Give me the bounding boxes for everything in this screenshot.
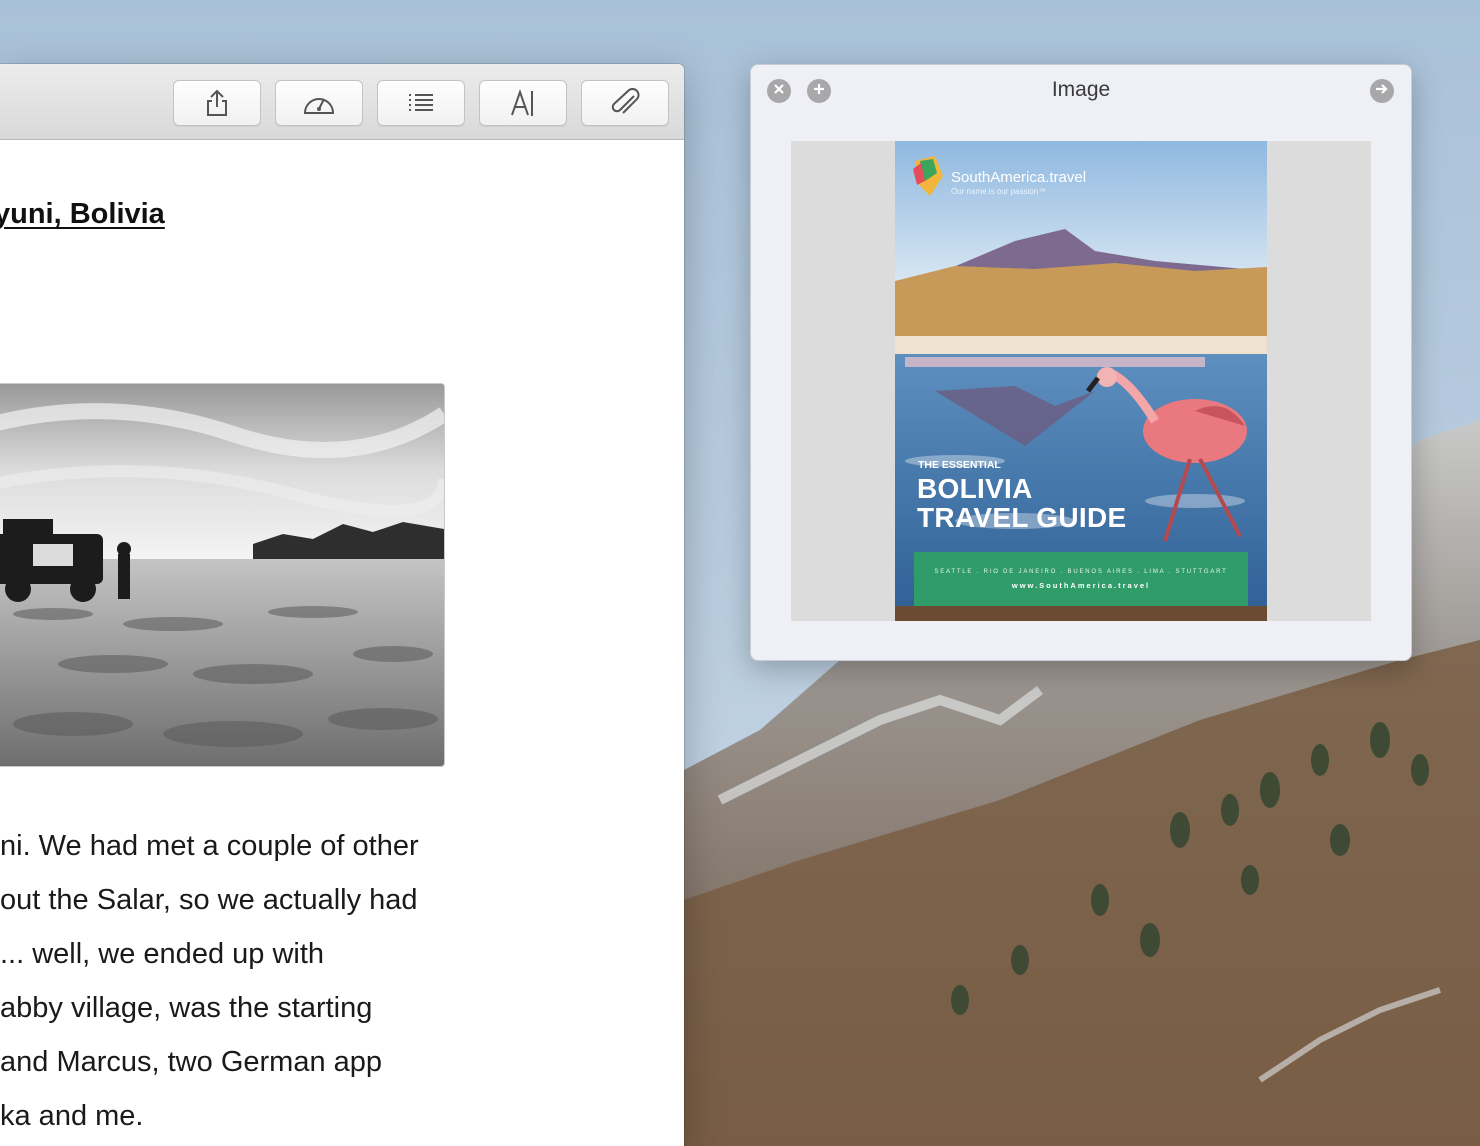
body-line: ni. We had met a couple of other xyxy=(0,830,419,862)
outline-button[interactable] xyxy=(377,80,465,126)
editor-window: yuni, Bolivia ni. We had met a couple of… xyxy=(0,64,684,1146)
image-frame: SouthAmerica.travel Our name is our pass… xyxy=(791,141,1371,621)
cover-brand: SouthAmerica.travel xyxy=(951,169,1087,186)
panel-title: Image xyxy=(1051,78,1111,101)
editor-toolbar xyxy=(0,64,684,140)
share-icon xyxy=(204,88,230,118)
cover-url: www.SouthAmerica.travel xyxy=(1011,581,1151,590)
cover-cities: SEATTLE . RIO DE JANEIRO . BUENOS AIRES … xyxy=(934,569,1228,575)
cover-title-line1: BOLIVIA xyxy=(917,473,1033,504)
body-line: and Marcus, two German app xyxy=(0,1046,383,1078)
cover-title-line2: TRAVEL GUIDE xyxy=(917,502,1127,533)
document-heading: yuni, Bolivia xyxy=(0,198,165,230)
document-area[interactable]: yuni, Bolivia ni. We had met a couple of… xyxy=(0,140,684,1146)
cover-tagline: Our name is our passion™ xyxy=(951,187,1047,196)
body-line: out the Salar, so we actually had xyxy=(0,884,418,916)
image-preview-panel: Image SouthAmerica.travel Our name is ou… xyxy=(750,64,1412,661)
body-line: ... well, we ended up with xyxy=(0,938,325,970)
forward-icon xyxy=(1375,82,1389,100)
cover-kicker: THE ESSENTIAL xyxy=(918,459,1001,471)
forward-button[interactable] xyxy=(1370,79,1394,103)
salt-flat-photo[interactable] xyxy=(0,383,445,767)
cover-band: SEATTLE . RIO DE JANEIRO . BUENOS AIRES … xyxy=(914,552,1248,606)
list-icon xyxy=(407,93,435,113)
font-button[interactable] xyxy=(479,80,567,126)
guide-cover-image[interactable]: SouthAmerica.travel Our name is our pass… xyxy=(895,141,1267,621)
body-line: ka and me. xyxy=(0,1100,144,1132)
font-icon xyxy=(509,88,537,118)
share-button[interactable] xyxy=(173,80,261,126)
statistics-button[interactable] xyxy=(275,80,363,126)
paperclip-icon xyxy=(608,88,642,118)
speedometer-icon xyxy=(301,89,337,117)
attach-button[interactable] xyxy=(581,80,669,126)
body-line: abby village, was the starting xyxy=(0,992,373,1024)
